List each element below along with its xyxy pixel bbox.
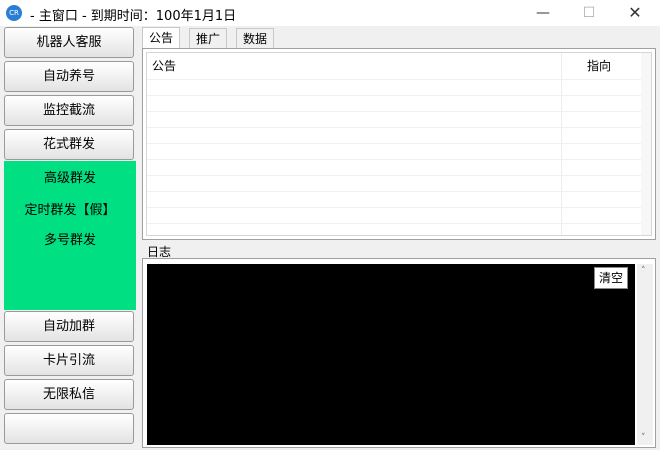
table-row xyxy=(147,175,641,176)
auto-nurture-button[interactable]: 自动养号 xyxy=(4,61,134,92)
table-row xyxy=(147,79,641,80)
broadcast-submenu: 高级群发 定时群发【假】 多号群发 xyxy=(4,161,136,310)
column-header-target[interactable]: 指向 xyxy=(587,53,611,79)
minimize-button[interactable]: — xyxy=(520,0,566,26)
table-row xyxy=(147,127,641,128)
tab-announcement[interactable]: 公告 xyxy=(142,27,181,49)
log-output[interactable] xyxy=(147,264,635,445)
app-logo-icon: CR xyxy=(6,5,22,21)
table-row xyxy=(147,111,641,112)
fancy-broadcast-button[interactable]: 花式群发 xyxy=(4,129,134,160)
column-header-announcement[interactable]: 公告 xyxy=(152,53,176,79)
table-row xyxy=(147,223,641,224)
monitor-intercept-button[interactable]: 监控截流 xyxy=(4,95,134,126)
card-traffic-button[interactable]: 卡片引流 xyxy=(4,345,134,376)
tab-data[interactable]: 数据 xyxy=(236,28,275,48)
table-row xyxy=(147,191,641,192)
close-button[interactable]: ✕ xyxy=(612,0,658,26)
submenu-item-scheduled-broadcast[interactable]: 定时群发【假】 xyxy=(4,199,136,218)
auto-join-group-button[interactable]: 自动加群 xyxy=(4,311,134,342)
tab-promotion[interactable]: 推广 xyxy=(189,28,228,48)
window-title: - 主窗口 - 到期时间：100年1月1日 xyxy=(30,9,237,24)
robot-service-button[interactable]: 机器人客服 xyxy=(4,27,134,58)
table-row xyxy=(147,95,641,96)
unlimited-dm-button[interactable]: 无限私信 xyxy=(4,379,134,410)
submenu-item-advanced-broadcast[interactable]: 高级群发 xyxy=(4,167,136,186)
title-bar: CR - 主窗口 - 到期时间：100年1月1日 — ☐ ✕ xyxy=(0,0,660,26)
table-row xyxy=(147,207,641,208)
log-scrollbar[interactable]: ˄ ˅ xyxy=(637,264,653,445)
empty-button[interactable] xyxy=(4,413,134,444)
table-row xyxy=(147,159,641,160)
scroll-up-icon[interactable]: ˄ xyxy=(641,266,646,276)
announcement-table[interactable]: 公告 指向 xyxy=(146,52,652,236)
table-row xyxy=(147,143,641,144)
scroll-down-icon[interactable]: ˅ xyxy=(641,433,646,443)
submenu-item-multi-account-broadcast[interactable]: 多号群发 xyxy=(4,229,136,248)
clear-log-button[interactable]: 清空 xyxy=(594,267,628,289)
log-panel: ˄ ˅ xyxy=(142,258,656,448)
table-scrollbar[interactable] xyxy=(641,53,651,235)
announcement-panel: 公告 指向 xyxy=(142,48,656,240)
maximize-button[interactable]: ☐ xyxy=(566,0,612,26)
column-separator xyxy=(561,53,562,235)
